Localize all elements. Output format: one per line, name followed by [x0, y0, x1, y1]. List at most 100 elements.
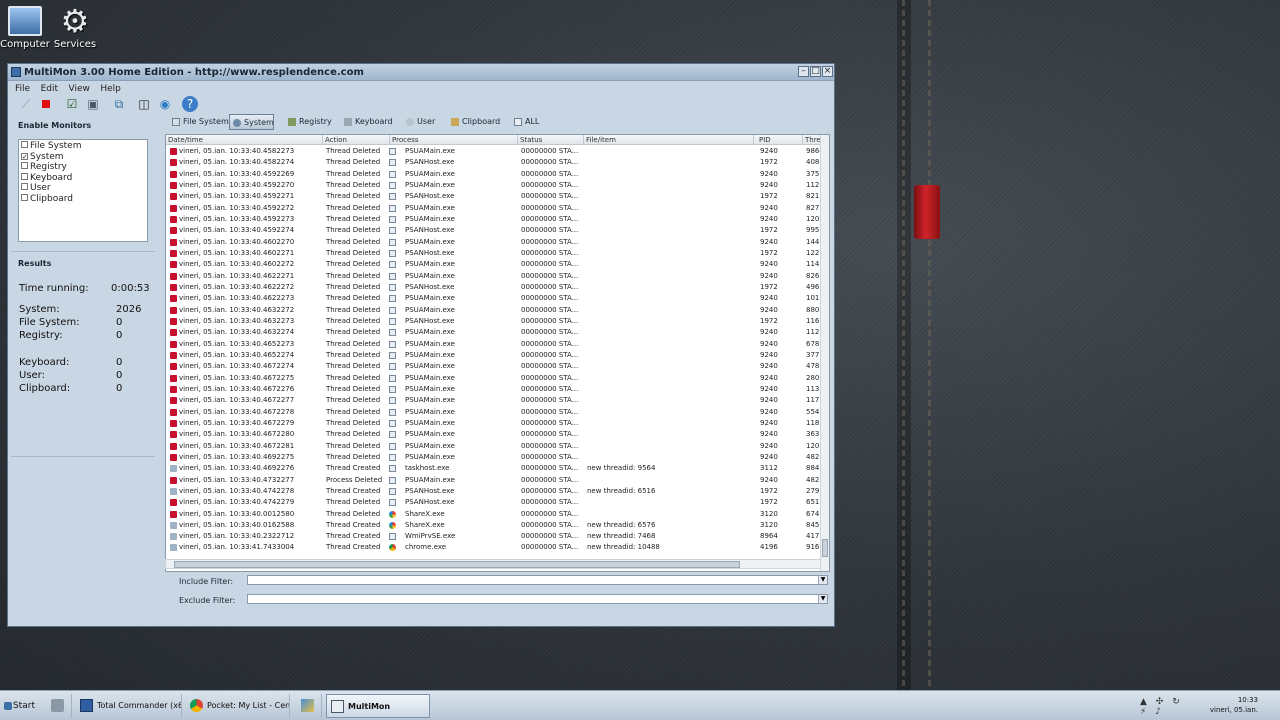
tab-all[interactable]: ALL [511, 114, 539, 130]
desktop-icon-services[interactable]: ⚙ Services [43, 2, 107, 50]
volume-icon[interactable]: ♪ [1155, 707, 1161, 717]
exclude-filter-input[interactable]: ▼ [247, 594, 828, 604]
table-row[interactable]: vineri, 05.ian. 10:33:40.4652274 Thread D… [166, 350, 829, 361]
col-pid[interactable]: PID [757, 135, 803, 145]
clock[interactable]: 10:33 vineri, 05.ian. [1208, 695, 1258, 715]
table-row[interactable]: vineri, 05.ian. 10:33:40.4592272 Thread D… [166, 203, 829, 214]
cell-process: PSUAMain.exe [405, 271, 455, 280]
table-row[interactable]: vineri, 05.ian. 10:33:40.4742279 Thread D… [166, 497, 829, 508]
horizontal-scrollbar[interactable] [165, 559, 821, 569]
table-row[interactable]: vineri, 05.ian. 10:33:40.4632272 Thread D… [166, 305, 829, 316]
tab-clipboard[interactable]: Clipboard [448, 114, 500, 130]
tab-system[interactable]: System [229, 114, 274, 130]
update-icon[interactable]: ↻ [1172, 697, 1180, 707]
chevron-down-icon[interactable]: ▼ [818, 595, 827, 603]
cell-file-item: new threadid: 9564 [587, 464, 656, 473]
table-row[interactable]: vineri, 05.ian. 10:33:40.4672280 Thread D… [166, 429, 829, 440]
table-row[interactable]: vineri, 05.ian. 10:33:40.4672278 Thread D… [166, 407, 829, 418]
table-row[interactable]: vineri, 05.ian. 10:33:40.4582273 Thread D… [166, 146, 829, 157]
table-row[interactable]: vineri, 05.ian. 10:33:40.4632274 Thread D… [166, 327, 829, 338]
maximize-button[interactable]: □ [810, 66, 821, 77]
monitor-item[interactable]: ✓ System [21, 152, 147, 163]
scrollbar-thumb[interactable] [822, 539, 828, 557]
col-process[interactable]: Process [390, 135, 518, 145]
include-filter-input[interactable]: ▼ [247, 575, 828, 585]
taskbar-button-total-commander[interactable]: Total Commander (x6... [76, 694, 182, 718]
menu-help[interactable]: Help [100, 82, 121, 96]
tab-registry[interactable]: Registry [285, 114, 332, 130]
table-row[interactable]: vineri, 05.ian. 10:33:40.4692275 Thread D… [166, 452, 829, 463]
checklist-icon[interactable]: ☑ [64, 96, 80, 112]
table-row[interactable]: vineri, 05.ian. 10:33:40.4742278 Thread C… [166, 486, 829, 497]
table-row[interactable]: vineri, 05.ian. 10:33:40.4672276 Thread D… [166, 384, 829, 395]
monitor-item[interactable]: Registry [21, 162, 147, 173]
table-row[interactable]: vineri, 05.ian. 10:33:40.4622271 Thread D… [166, 271, 829, 282]
table-row[interactable]: vineri, 05.ian. 10:33:40.4622272 Thread D… [166, 282, 829, 293]
minimize-button[interactable]: – [798, 66, 809, 77]
checkbox[interactable] [21, 172, 28, 180]
table-row[interactable]: vineri, 05.ian. 10:33:40.4652273 Thread D… [166, 339, 829, 350]
windows-icon[interactable]: ◫ [136, 96, 152, 112]
checkbox[interactable] [21, 183, 28, 191]
table-row[interactable]: vineri, 05.ian. 10:33:40.4602272 Thread D… [166, 259, 829, 270]
table-row[interactable]: vineri, 05.ian. 10:33:40.4672279 Thread D… [166, 418, 829, 429]
vertical-scrollbar[interactable] [820, 135, 829, 571]
table-row[interactable]: vineri, 05.ian. 10:33:40.4622273 Thread D… [166, 293, 829, 304]
checkbox[interactable] [21, 162, 28, 170]
monitor-item[interactable]: Keyboard [21, 172, 147, 184]
menu-edit[interactable]: Edit [41, 82, 58, 96]
col-action[interactable]: Action [323, 135, 390, 145]
table-row[interactable]: vineri, 05.ian. 10:33:40.4602271 Thread D… [166, 248, 829, 259]
start-button[interactable]: Start [2, 696, 36, 716]
menu-view[interactable]: View [69, 82, 90, 96]
col-datetime[interactable]: Date/time [166, 135, 323, 145]
monitor-item[interactable]: Clipboard [21, 193, 147, 205]
taskbar-button-chrome[interactable]: Pocket: My List - Cen... [186, 694, 290, 718]
table-row[interactable]: vineri, 05.ian. 10:33:40.4592273 Thread D… [166, 214, 829, 225]
table-row[interactable]: vineri, 05.ian. 10:33:40.4672281 Thread D… [166, 441, 829, 452]
checkbox[interactable] [21, 193, 28, 201]
table-row[interactable]: vineri, 05.ian. 10:33:40.4632273 Thread D… [166, 316, 829, 327]
monitor-item[interactable]: File System [21, 141, 147, 152]
power-icon[interactable]: ⚡ [1140, 707, 1146, 717]
taskbar-button-tools[interactable] [44, 694, 72, 718]
monitor-item[interactable]: User [21, 183, 147, 194]
globe-icon[interactable]: ◉ [157, 96, 173, 112]
table-row[interactable]: vineri, 05.ian. 10:33:40.4692276 Thread C… [166, 463, 829, 474]
taskbar-button-multimon[interactable]: MultiMon [326, 694, 430, 718]
scrollbar-thumb[interactable] [174, 561, 740, 568]
help-icon[interactable]: ? [182, 96, 198, 112]
table-row[interactable]: vineri, 05.ian. 10:33:40.4602270 Thread D… [166, 237, 829, 248]
network-icon[interactable]: ✣ [1156, 697, 1164, 707]
col-status[interactable]: Status [518, 135, 584, 145]
checkbox[interactable] [21, 141, 28, 148]
chevron-down-icon[interactable]: ▼ [818, 576, 827, 584]
table-row[interactable]: vineri, 05.ian. 10:33:40.4732277 Process … [166, 475, 829, 486]
close-button[interactable]: × [822, 66, 833, 77]
clear-icon[interactable]: ⟋ [18, 96, 34, 112]
taskbar-button-paint[interactable] [294, 694, 322, 718]
checkbox-checked[interactable]: ✓ [21, 152, 28, 160]
menu-file[interactable]: File [15, 82, 30, 96]
tab-file-system[interactable]: File System [169, 114, 229, 130]
table-row[interactable]: vineri, 05.ian. 10:33:40.2322712 Thread C… [166, 531, 829, 542]
show-hidden-icon[interactable]: ▲ [1140, 697, 1147, 707]
table-row[interactable]: vineri, 05.ian. 10:33:40.0162588 Thread C… [166, 520, 829, 531]
table-row[interactable]: vineri, 05.ian. 10:33:40.4672275 Thread D… [166, 373, 829, 384]
table-row[interactable]: vineri, 05.ian. 10:33:40.4672277 Thread D… [166, 395, 829, 406]
save-icon[interactable]: ▣ [85, 96, 101, 112]
table-row[interactable]: vineri, 05.ian. 10:33:40.4592269 Thread D… [166, 169, 829, 180]
stop-icon[interactable] [38, 96, 54, 112]
table-row[interactable]: vineri, 05.ian. 10:33:40.4592274 Thread D… [166, 225, 829, 236]
table-row[interactable]: vineri, 05.ian. 10:33:40.4592271 Thread D… [166, 191, 829, 202]
table-row[interactable]: vineri, 05.ian. 10:33:41.7433004 Thread C… [166, 542, 829, 553]
tab-keyboard[interactable]: Keyboard [341, 114, 393, 130]
tab-user[interactable]: User [403, 114, 435, 130]
table-row[interactable]: vineri, 05.ian. 10:33:40.4592270 Thread D… [166, 180, 829, 191]
table-row[interactable]: vineri, 05.ian. 10:33:40.4672274 Thread D… [166, 361, 829, 372]
col-file-item[interactable]: File/item [584, 135, 754, 145]
table-row[interactable]: vineri, 05.ian. 10:33:40.4582274 Thread D… [166, 157, 829, 168]
network-icon[interactable]: ⧉ [111, 96, 127, 112]
title-bar[interactable]: MultiMon 3.00 Home Edition - http://www.… [8, 64, 834, 81]
table-row[interactable]: vineri, 05.ian. 10:33:40.0012580 Thread D… [166, 509, 829, 520]
